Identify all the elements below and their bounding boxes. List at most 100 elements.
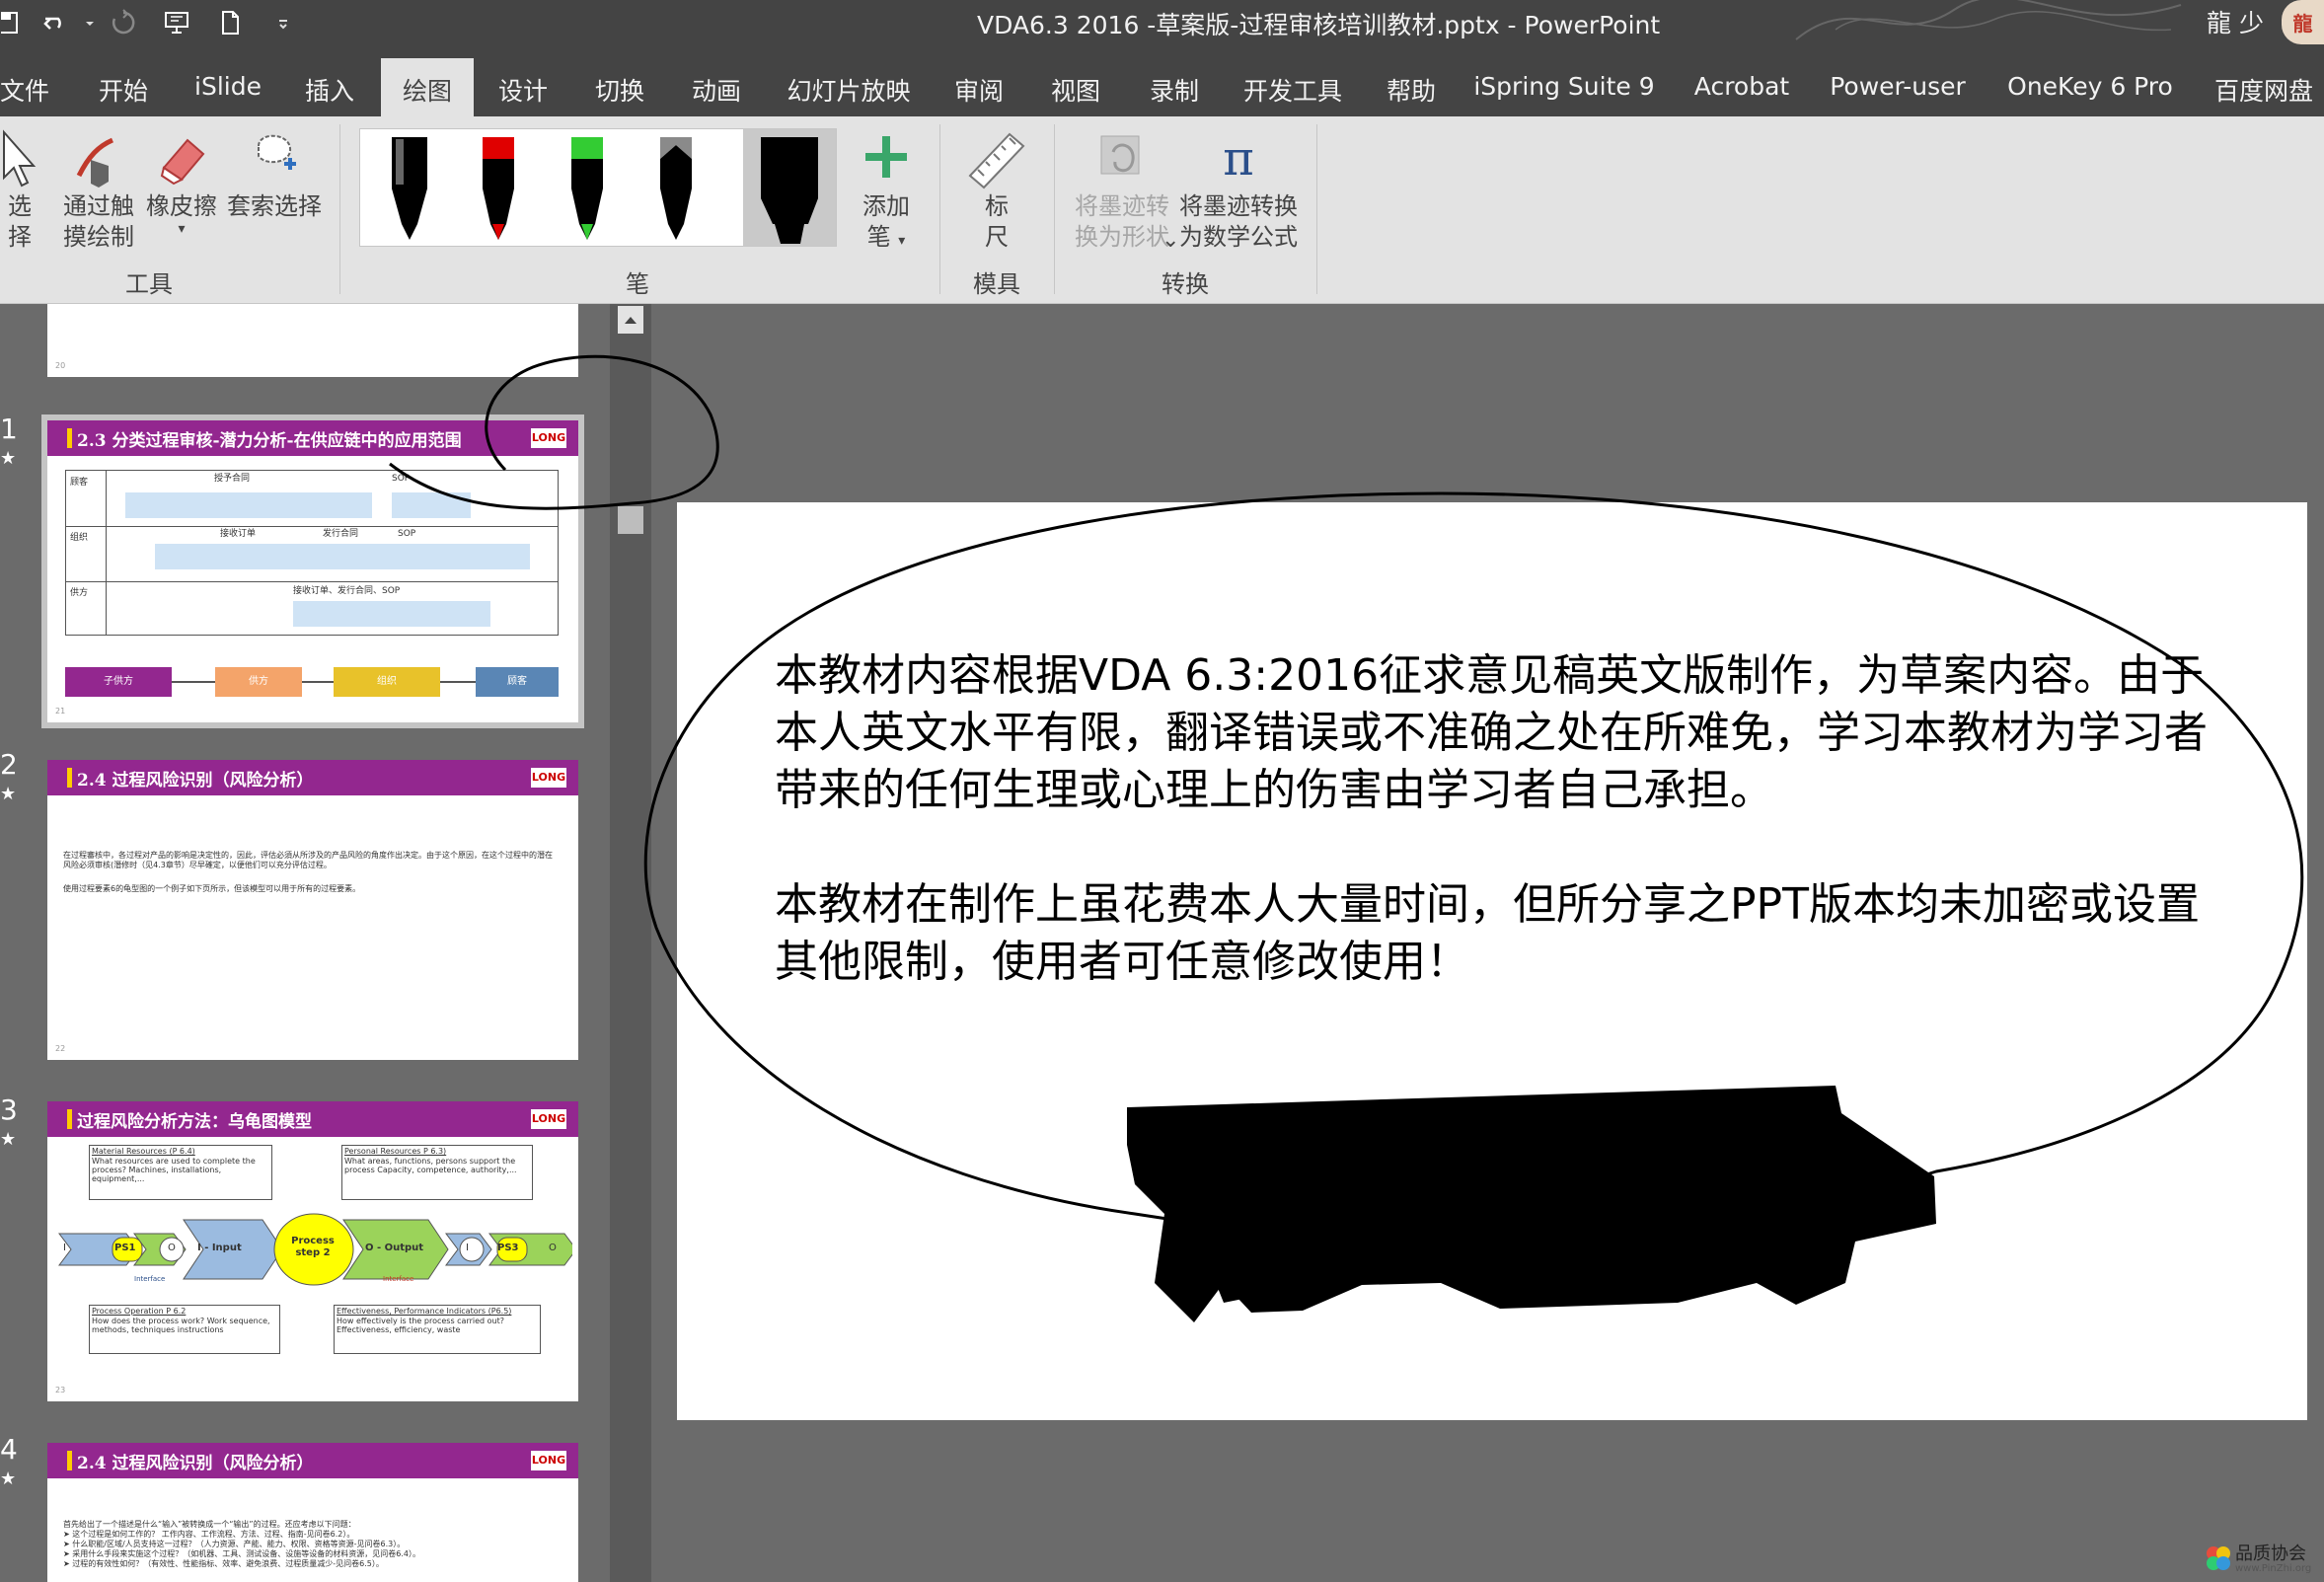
select-button[interactable]: 选 择 [0,126,39,253]
add-plus-icon [865,136,907,178]
thumbnail-body: 在过程審核中，各过程对产品的影响是决定性的，因此，评估必須从所涉及的产品风险的角… [63,851,553,869]
undo-icon[interactable] [30,0,83,44]
add-pen-button[interactable]: 添加 笔 ▾ [851,126,922,257]
effectiveness-body: How effectively is the process carried o… [337,1317,505,1334]
highlighter-black-icon[interactable] [755,129,824,248]
tab-baidu-netdisk[interactable]: 百度网盘 [2207,58,2321,116]
tab-insert[interactable]: 插入 [292,58,367,116]
tab-transitions[interactable]: 切换 [582,58,657,116]
flower-logo-icon [2207,1546,2230,1570]
process-operation-body: How does the process work? Work sequence… [92,1317,270,1334]
pen-green-icon[interactable] [558,129,617,248]
thumbnail-header: 过程风险分析方法：乌龟图模型 LONG [47,1101,578,1137]
material-resources-body: What resources are used to complete the … [92,1157,256,1183]
ruler-label-1: 标 [985,192,1009,220]
ribbon-separator [1316,124,1317,294]
label-award-contract: 授予合同 [214,474,251,484]
tab-help[interactable]: 帮助 [1372,58,1451,116]
tab-animations[interactable]: 动画 [679,58,754,116]
pi-glyph: π [1223,131,1254,187]
save-icon[interactable] [0,0,30,44]
pen-black-icon[interactable] [380,129,439,248]
thumbnail-title: 过程风险分析方法：乌龟图模型 [77,1112,312,1132]
stencils-group-label: 模具 [973,270,1020,298]
process-operation-box: Process Operation P 6.2 How does the pro… [89,1305,280,1354]
animation-star-icon: ★ [0,1129,17,1150]
slide-thumbnail[interactable]: 2.4 过程风险识别（风险分析） LONG 在过程審核中，各过程对产品的影响是决… [47,760,578,1060]
current-slide[interactable]: 本教材内容根据VDA 6.3:2016征求意见稿英文版制作，为草案内容。由于本人… [677,502,2307,1420]
long-logo-icon: LONG [531,428,566,448]
process-arrow [155,544,530,569]
tab-review[interactable]: 审阅 [939,58,1018,116]
header-accent [67,428,72,448]
tab-slideshow[interactable]: 幻灯片放映 [778,58,920,116]
effectiveness-box: Effectiveness, Performance Indicators (P… [334,1305,541,1354]
ink-to-shape-button[interactable]: 将墨迹转 换为形状 [1070,126,1174,253]
pen-gray-icon[interactable] [646,129,706,248]
turtle-ps3: PS3 [497,1243,519,1253]
label-issue-contract: 发行合同 [323,529,359,539]
ink-to-shape-label-1: 将墨迹转 [1075,192,1169,220]
eraser-dropdown-icon[interactable]: ▾ [142,222,221,236]
document-title: VDA6.3 2016 -草案版-过程审核培训教材.pptx - PowerPo… [977,11,1661,39]
slide-number: 1 [0,413,18,445]
material-resources-box: Material Resources (P 6.4) What resource… [89,1145,272,1200]
touch-draw-label-1: 通过触 [63,192,134,220]
lasso-select-button[interactable]: 套索选择 [223,126,326,222]
ink-to-shape-icon [1100,135,1140,175]
tab-acrobat[interactable]: Acrobat [1678,58,1806,116]
redo-icon[interactable] [97,0,150,44]
presentation-icon[interactable] [150,0,203,44]
slide-body-text[interactable]: 本教材内容根据VDA 6.3:2016征求意见稿英文版制作，为草案内容。由于本人… [775,647,2225,991]
watermark-line-2: www.PinZhi.org [2235,1563,2312,1574]
turtle-ps1: PS1 [114,1243,136,1253]
select-label-1: 选 [8,192,32,220]
slide-thumbnail-pane[interactable]: 20 1 ★ 2.3 分类过程审核-潜力分析-在供应链中的应用范围 LONG 顾… [0,304,610,1582]
slide-thumbnail-selected[interactable]: 2.3 分类过程审核-潜力分析-在供应链中的应用范围 LONG 顾客 组织 供方… [41,414,584,728]
thumbnail-line: ➤ 什么职能/区域/人员支持这一过程？（人力资源、产能、能力、权限、资格等资源-… [63,1540,406,1548]
tab-power-user[interactable]: Power-user [1824,58,1972,116]
undo-dropdown-icon[interactable] [83,0,97,44]
tab-draw[interactable]: 绘图 [381,58,474,116]
slide-thumbnail[interactable]: 过程风险分析方法：乌龟图模型 LONG Material Resources (… [47,1101,578,1401]
scrollbar-thumb[interactable] [618,506,643,534]
scroll-up-arrow-icon[interactable] [618,306,643,334]
tab-onekey[interactable]: OneKey 6 Pro [2003,58,2177,116]
legend-supplier: 供方 [215,667,302,697]
eraser-button[interactable]: 橡皮擦 ▾ [142,126,221,236]
tab-file[interactable]: 文件 [0,58,49,116]
slide-page-number: 22 [55,1044,66,1053]
pen-red-icon[interactable] [469,129,528,248]
tab-ispring[interactable]: iSpring Suite 9 [1470,58,1658,116]
convert-group-label: 转换 [1162,270,1209,298]
customize-qat-icon[interactable] [257,0,310,44]
tab-developer[interactable]: 开发工具 [1234,58,1352,116]
new-file-icon[interactable] [203,0,257,44]
row-organization: 组织 [70,533,89,543]
header-accent [67,1109,72,1129]
ruler-button[interactable]: 标 尺 [947,126,1046,253]
tab-islide[interactable]: iSlide [184,58,272,116]
ink-to-math-button[interactable]: π 将墨迹转换 为数学公式 [1176,126,1301,253]
touch-draw-button[interactable]: 通过触 摸绘制 [57,126,140,253]
slide-thumbnail[interactable]: 20 [47,304,578,377]
supply-chain-table: 顾客 组织 供方 授予合同 SOP 接收订单 发行合同 SOP 接收订单、发行合… [65,470,559,636]
legend-customer: 顾客 [476,667,559,697]
thumbnail-scrollbar[interactable] [610,304,651,1582]
slide-thumbnail[interactable]: 2.4 过程风险识别（风险分析） LONG 首先给出了一个描述是什么“输入”被转… [47,1443,578,1582]
avatar[interactable]: 龍 [2282,0,2324,44]
slide-number: 2 [0,748,18,781]
tab-design[interactable]: 设计 [486,58,561,116]
slide-number: 4 [0,1433,18,1466]
tab-home[interactable]: 开始 [85,58,162,116]
row-supplier: 供方 [70,588,89,598]
process-arrow [125,492,372,518]
add-pen-dropdown-icon[interactable]: ▾ [898,233,905,249]
tab-view[interactable]: 视图 [1036,58,1115,116]
user-name[interactable]: 龍 少 [2207,4,2264,39]
row-customer: 顾客 [70,478,89,488]
tab-record[interactable]: 录制 [1135,58,1214,116]
personal-resources-box: Personal Resources P 6.3) What areas, fu… [341,1145,533,1200]
touch-draw-label-2: 摸绘制 [63,223,134,251]
